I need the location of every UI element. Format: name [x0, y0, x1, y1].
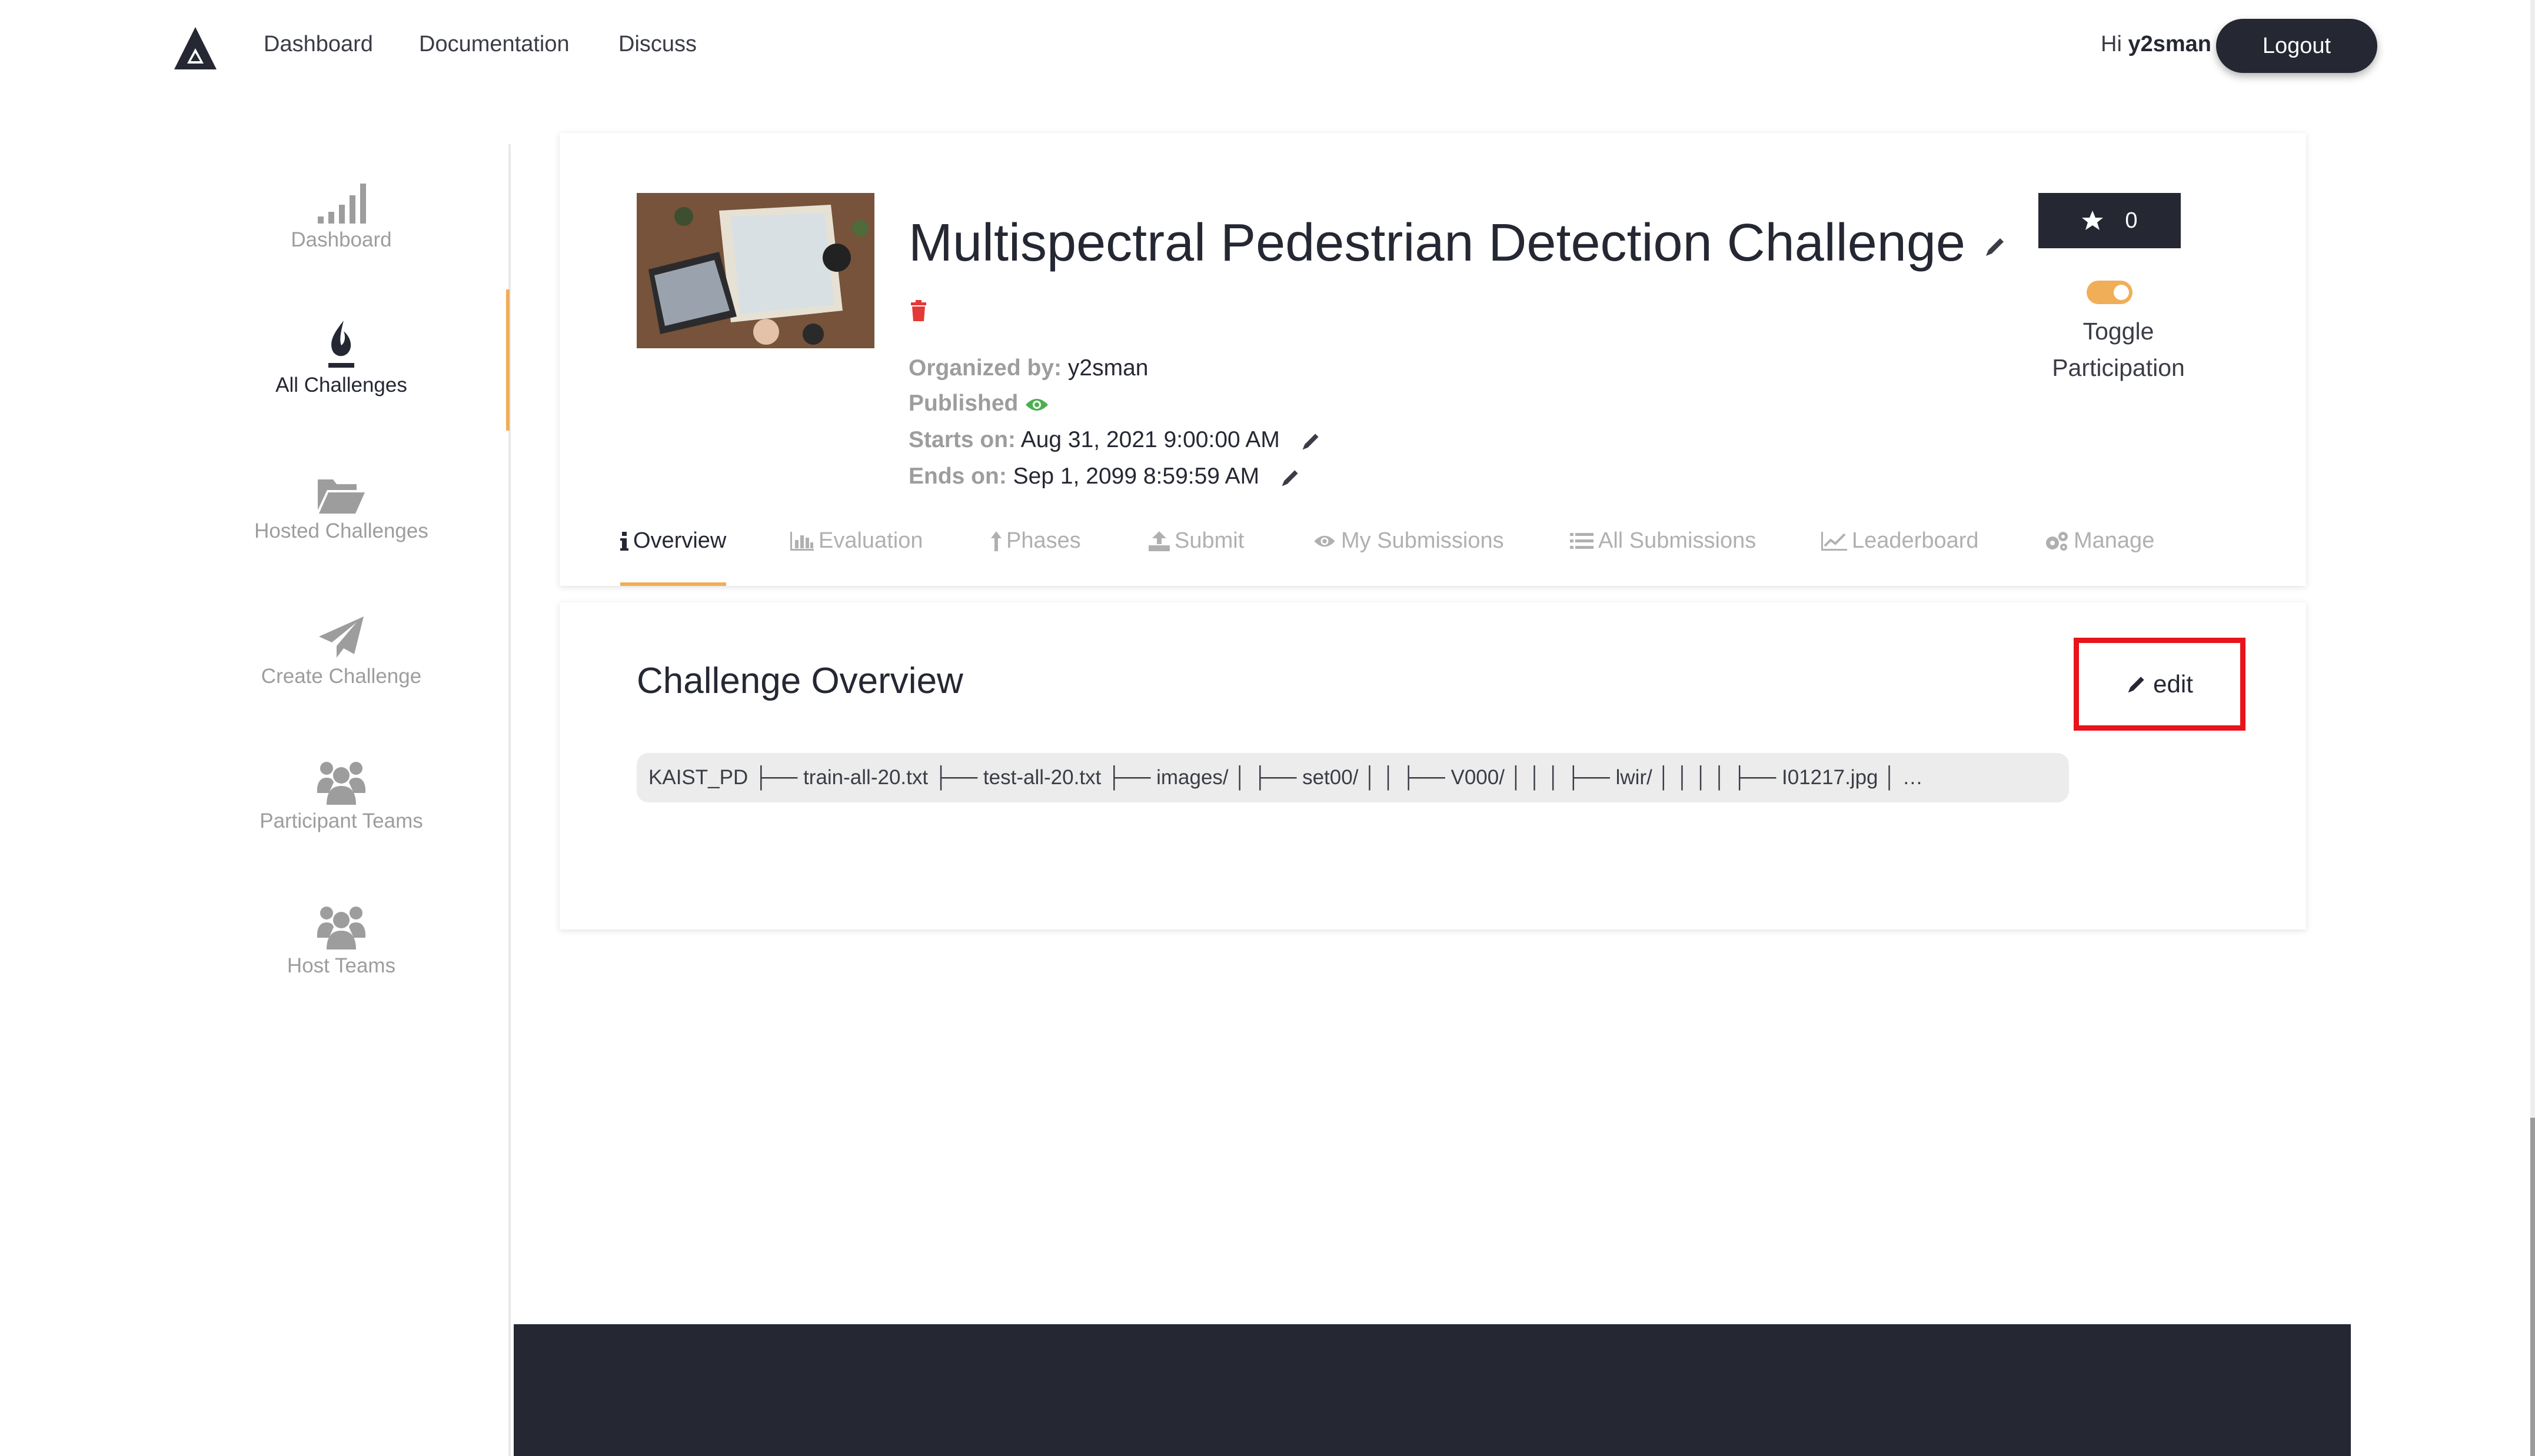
- starts-on-line: Starts on: Aug 31, 2021 9:00:00 AM: [909, 427, 1322, 453]
- tab-phases[interactable]: Phases: [991, 528, 1081, 554]
- edit-start-date-pencil-icon[interactable]: [1300, 431, 1322, 452]
- gears-icon: [2044, 531, 2069, 551]
- star-count: 0: [2125, 208, 2138, 233]
- page-scrollbar[interactable]: [2530, 0, 2535, 1456]
- delete-challenge-trash-icon[interactable]: [910, 300, 927, 321]
- edit-overview-button[interactable]: edit: [2074, 638, 2245, 731]
- tab-my-submissions[interactable]: My Submissions: [1313, 528, 1504, 554]
- page-footer: [514, 1324, 2351, 1456]
- toggle-label-line1: Toggle: [2082, 318, 2154, 345]
- users-icon: [224, 752, 459, 805]
- tab-label: Manage: [2074, 528, 2155, 553]
- long-arrow-up-icon: [991, 531, 1002, 551]
- ends-on-label: Ends on:: [909, 464, 1007, 489]
- participation-toggle[interactable]: [2087, 281, 2133, 304]
- sidebar-item-all-challenges[interactable]: All Challenges: [224, 316, 459, 397]
- overview-code-block: KAIST_PD ├── train-all-20.txt ├── test-a…: [637, 753, 2069, 802]
- active-tab-underline: [620, 582, 726, 586]
- evalai-logo-icon[interactable]: [172, 25, 219, 72]
- tab-label: Submit: [1175, 528, 1245, 553]
- tab-label: Overview: [633, 528, 727, 553]
- published-eye-icon[interactable]: [1024, 397, 1049, 413]
- paper-plane-icon: [224, 607, 459, 660]
- published-line: Published: [909, 391, 1049, 417]
- sidebar-item-label: Dashboard: [291, 228, 392, 251]
- challenge-title-text: Multispectral Pedestrian Detection Chall…: [909, 214, 1965, 272]
- scrollbar-thumb[interactable]: [2530, 1118, 2535, 1456]
- sidebar-active-indicator: [506, 289, 510, 431]
- ends-on-line: Ends on: Sep 1, 2099 8:59:59 AM: [909, 464, 1301, 489]
- top-navbar: Dashboard Documentation Discuss Hi y2sma…: [0, 0, 2535, 94]
- nav-documentation-link[interactable]: Documentation: [419, 32, 570, 57]
- published-label: Published: [909, 391, 1019, 416]
- star-icon: [2081, 210, 2104, 231]
- upload-icon: [1149, 531, 1170, 551]
- nav-discuss-link[interactable]: Discuss: [618, 32, 697, 57]
- greeting-username: y2sman: [2128, 32, 2211, 56]
- overview-code-text: KAIST_PD ├── train-all-20.txt ├── test-a…: [648, 766, 1923, 789]
- toggle-label-line2: Participation: [2052, 354, 2185, 381]
- tab-evaluation[interactable]: Evaluation: [790, 528, 923, 554]
- sidebar-item-hosted-challenges[interactable]: Hosted Challenges: [224, 462, 459, 543]
- tab-leaderboard[interactable]: Leaderboard: [1821, 528, 1979, 554]
- ends-on-value: Sep 1, 2099 8:59:59 AM: [1013, 464, 1260, 489]
- list-icon: [1570, 532, 1593, 551]
- challenge-thumbnail-image: [637, 193, 874, 348]
- edit-label: edit: [2153, 670, 2193, 698]
- sidebar-item-host-teams[interactable]: Host Teams: [224, 897, 459, 978]
- folder-open-icon: [224, 462, 459, 515]
- nav-dashboard-link[interactable]: Dashboard: [264, 32, 373, 57]
- organized-by-line: Organized by: y2sman: [909, 355, 1148, 381]
- tab-all-submissions[interactable]: All Submissions: [1570, 528, 1756, 554]
- sidebar-item-label: Hosted Challenges: [254, 519, 428, 542]
- challenge-title: Multispectral Pedestrian Detection Chall…: [909, 213, 2007, 274]
- star-button[interactable]: 0: [2038, 193, 2181, 248]
- tab-manage[interactable]: Manage: [2044, 528, 2154, 554]
- edit-title-pencil-icon[interactable]: [1984, 235, 2007, 258]
- tab-label: All Submissions: [1598, 528, 1756, 553]
- starts-on-label: Starts on:: [909, 427, 1016, 452]
- challenge-overview-heading: Challenge Overview: [637, 661, 963, 701]
- user-greeting: Hi y2sman: [2101, 32, 2211, 57]
- eye-icon: [1313, 534, 1336, 549]
- sidebar-item-create-challenge[interactable]: Create Challenge: [224, 607, 459, 688]
- starts-on-value: Aug 31, 2021 9:00:00 AM: [1020, 427, 1280, 452]
- tab-overview[interactable]: Overview: [620, 528, 726, 554]
- toggle-knob: [2114, 285, 2129, 300]
- organized-by-label: Organized by:: [909, 355, 1062, 381]
- tab-label: Evaluation: [819, 528, 923, 553]
- sidebar-item-label: Host Teams: [287, 954, 396, 977]
- flame-icon: [224, 316, 459, 369]
- edit-end-date-pencil-icon[interactable]: [1280, 467, 1301, 488]
- tab-label: Phases: [1006, 528, 1081, 553]
- tab-label: Leaderboard: [1852, 528, 1979, 553]
- info-icon: [620, 531, 628, 551]
- sidebar-item-label: Create Challenge: [261, 665, 422, 688]
- pencil-icon: [2126, 674, 2147, 695]
- sidebar-item-label: Participant Teams: [260, 809, 423, 832]
- sidebar-item-dashboard[interactable]: Dashboard: [224, 171, 459, 252]
- toggle-participation-label: Toggle Participation: [2024, 313, 2213, 386]
- tab-label: My Submissions: [1341, 528, 1504, 553]
- sidebar-item-participant-teams[interactable]: Participant Teams: [224, 752, 459, 833]
- logout-button[interactable]: Logout: [2216, 19, 2377, 73]
- line-chart-icon: [1821, 531, 1847, 551]
- bar-chart-icon: [790, 531, 814, 551]
- organizer-name: y2sman: [1067, 355, 1149, 381]
- tab-submit[interactable]: Submit: [1149, 528, 1244, 554]
- bar-signal-icon: [224, 171, 459, 224]
- greeting-prefix: Hi: [2101, 32, 2122, 56]
- sidebar-item-label: All Challenges: [275, 374, 407, 397]
- users-icon: [224, 897, 459, 949]
